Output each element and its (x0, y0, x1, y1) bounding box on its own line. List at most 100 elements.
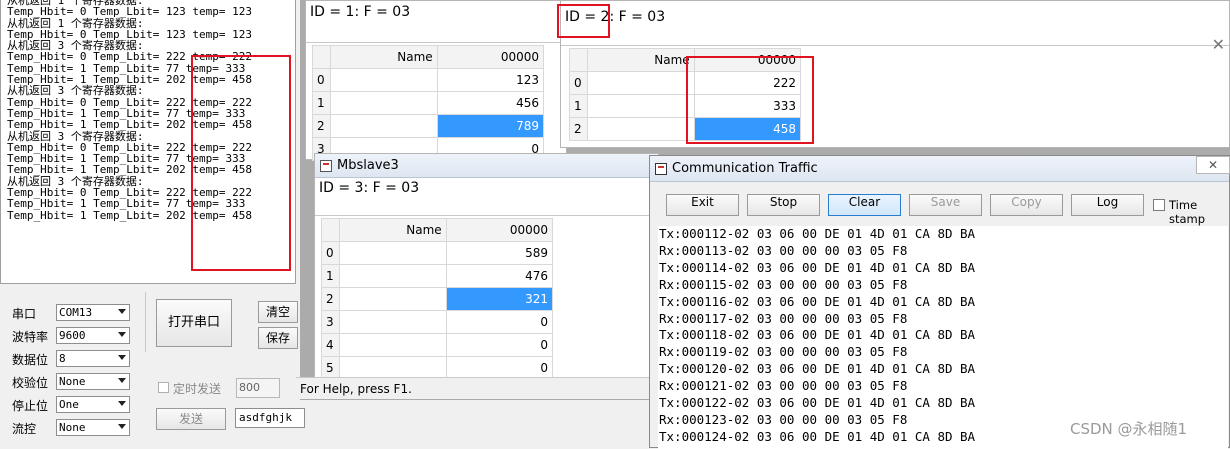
mbslave3-register-table[interactable]: Name 00000 0 589 1 476 2 321 3 0 4 0 5 0 (320, 218, 554, 380)
flow-value: None (59, 421, 86, 434)
table-row[interactable]: 2 321 (320, 287, 554, 311)
copy-button[interactable]: Copy (990, 194, 1063, 216)
table-row[interactable]: 30 (320, 310, 554, 334)
register-name-cell[interactable] (587, 94, 695, 118)
databits-select[interactable]: 8 (56, 350, 130, 367)
row-index: 4 (320, 333, 341, 357)
close-button[interactable]: ✕ (1196, 156, 1230, 174)
stopbits-value: One (59, 398, 79, 411)
register-name-cell[interactable] (587, 71, 695, 95)
log-button[interactable]: Log (1071, 194, 1144, 216)
traffic-log-line: Rx:000119-02 03 00 00 00 03 05 F8 (659, 344, 908, 360)
register-value-cell[interactable]: 589 (445, 241, 554, 265)
register-value-cell[interactable]: 123 (436, 68, 545, 92)
traffic-log-line: Rx:000113-02 03 00 00 00 03 05 F8 (659, 242, 908, 258)
traffic-log-line: Rx:000115-02 03 00 00 00 03 05 F8 (659, 276, 908, 292)
register-name-cell[interactable] (339, 333, 447, 357)
mbslave1-window[interactable]: ID = 1: F = 03 Name 00000 0 123 1 456 2 789 3 0 (305, 0, 567, 161)
traffic-title: Communication Traffic (672, 161, 818, 176)
baud-select[interactable]: 9600 (56, 327, 130, 344)
clear-button[interactable]: Clear (828, 194, 901, 216)
table-row[interactable]: 0 123 (311, 68, 545, 92)
chevron-down-icon (118, 309, 126, 314)
register-name-cell[interactable] (330, 91, 438, 115)
chevron-down-icon (118, 424, 126, 429)
register-value-cell[interactable]: 0 (445, 310, 554, 334)
traffic-log-line: Rx:000117-02 03 00 00 00 03 05 F8 (659, 310, 908, 326)
table-row[interactable]: 1 456 (311, 91, 545, 115)
register-name-cell[interactable] (330, 114, 438, 138)
row-index: 2 (320, 287, 341, 311)
mbslave3-window[interactable]: Mbslave3 ID = 3: F = 03 Name 00000 0 589 1… (314, 153, 659, 398)
port-select[interactable]: COM13 (56, 304, 130, 321)
stop-button[interactable]: Stop (747, 194, 820, 216)
register-name-cell[interactable] (339, 287, 447, 311)
address-column-header: 00000 (436, 45, 545, 69)
row-index: 1 (568, 94, 589, 118)
register-value-cell[interactable]: 789 (436, 114, 545, 138)
row-index: 0 (568, 71, 589, 95)
stopbits-select[interactable]: One (56, 396, 130, 413)
parity-label: 校验位 (12, 376, 49, 390)
port-label: 串口 (12, 307, 37, 321)
traffic-log-line: Tx:000112-02 03 06 00 DE 01 4D 01 CA 8D … (659, 226, 976, 241)
row-index: 1 (311, 91, 332, 115)
save-receive-button[interactable]: 保存 (258, 327, 298, 349)
name-column-header: Name (587, 48, 695, 72)
annotation-box-id2 (557, 4, 610, 38)
save-button[interactable]: Save (909, 194, 982, 216)
flow-select[interactable]: None (56, 419, 130, 436)
annotation-box-id2-values (686, 56, 814, 144)
timestamp-checkbox[interactable] (1153, 199, 1165, 211)
row-index: 0 (311, 68, 332, 92)
mbslave3-header: ID = 3: F = 03 (315, 178, 658, 216)
register-name-cell[interactable] (339, 310, 447, 334)
exit-button[interactable]: Exit (666, 194, 739, 216)
mbslave1-register-table[interactable]: Name 00000 0 123 1 456 2 789 3 0 (311, 45, 545, 161)
mbslave1-header: ID = 1: F = 03 (306, 1, 566, 43)
stopbits-label: 停止位 (12, 399, 49, 413)
traffic-log-line: Tx:000122-02 03 06 00 DE 01 4D 01 CA 8D … (659, 395, 976, 411)
traffic-log-line: Rx:000121-02 03 00 00 00 03 05 F8 (659, 378, 908, 394)
register-name-cell[interactable] (339, 264, 447, 288)
annotation-box-serial-temps (191, 55, 291, 271)
parity-value: None (59, 375, 86, 388)
row-index: 0 (320, 241, 341, 265)
mbslave-app-icon (320, 159, 332, 172)
row-index: 2 (311, 114, 332, 138)
register-value-cell[interactable]: 476 (445, 264, 554, 288)
register-value-cell[interactable]: 0 (445, 333, 554, 357)
timed-send-label: 定时发送 (173, 382, 222, 396)
flow-label: 流控 (12, 422, 37, 436)
table-row[interactable]: 1 476 (320, 264, 554, 288)
register-value-cell[interactable]: 321 (445, 287, 554, 311)
baud-value: 9600 (59, 329, 86, 342)
traffic-log[interactable]: Tx:000112-02 03 06 00 DE 01 4D 01 CA 8D … (658, 226, 1228, 449)
register-value-cell[interactable]: 456 (436, 91, 545, 115)
send-text-input[interactable]: asdfghjk (235, 408, 305, 428)
mbslave3-title: Mbslave3 (337, 158, 399, 173)
parity-select[interactable]: None (56, 373, 130, 390)
send-button[interactable]: 发送 (156, 408, 226, 430)
close-icon[interactable]: ✕ (1212, 35, 1225, 54)
timed-send-checkbox[interactable] (158, 382, 169, 393)
table-row[interactable]: 2 789 (311, 114, 545, 138)
traffic-log-line: Tx:000118-02 03 06 00 DE 01 4D 01 CA 8D … (659, 327, 976, 343)
clear-receive-button[interactable]: 清空 (258, 301, 298, 323)
register-name-cell[interactable] (587, 117, 695, 141)
table-row[interactable]: 0 589 (320, 241, 554, 265)
row-index: 3 (320, 310, 341, 334)
table-corner (320, 218, 341, 242)
communication-traffic-window[interactable]: Communication Traffic ✕ Exit Stop Clear … (649, 155, 1230, 449)
open-port-button[interactable]: 打开串口 (156, 299, 232, 347)
table-row[interactable]: 40 (320, 333, 554, 357)
chevron-down-icon (118, 401, 126, 406)
register-name-cell[interactable] (339, 241, 447, 265)
timed-send-interval-input[interactable]: 800 (236, 378, 280, 398)
divider (145, 292, 146, 352)
traffic-log-line: Tx:000114-02 03 06 00 DE 01 4D 01 CA 8D … (659, 259, 976, 275)
mbslave2-window[interactable]: ID = 2: F = 03 ✕ Name 00000 0 222 1 333 2 458 (560, 0, 1230, 148)
register-name-cell[interactable] (330, 68, 438, 92)
traffic-log-line: Tx:000116-02 03 06 00 DE 01 4D 01 CA 8D … (659, 293, 976, 309)
port-value: COM13 (59, 306, 93, 319)
